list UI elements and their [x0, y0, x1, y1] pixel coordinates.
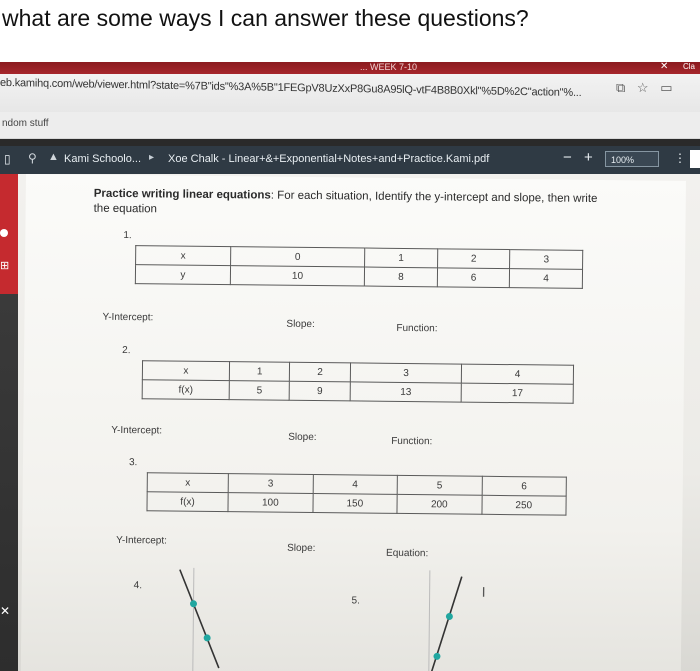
table-cell: 1	[364, 248, 438, 268]
problem-4-graph	[179, 567, 220, 671]
drive-icon[interactable]: ▲	[48, 151, 59, 163]
browser-tab-strip: ... WEEK 7-10 ✕ Cla	[0, 62, 700, 74]
tab-title[interactable]: ... WEEK 7-10	[360, 62, 417, 72]
slope-label: Slope:	[286, 318, 315, 331]
table-cell: 100	[227, 492, 313, 513]
search-icon[interactable]: ⚲	[28, 151, 37, 165]
problem-number: 3.	[128, 457, 138, 469]
table-cell: y	[135, 264, 231, 285]
table-cell: f(x)	[142, 379, 230, 400]
table-cell: 6	[481, 476, 567, 497]
equation-label: Equation:	[385, 547, 429, 560]
bookmark-star-icon[interactable]: ☆	[637, 80, 649, 95]
table-row: f(x) 5 9 13 17	[142, 379, 574, 404]
slope-label: Slope:	[288, 431, 317, 444]
menu-icon[interactable]: ▯	[4, 152, 11, 166]
address-bar[interactable]: eb.kamihq.com/web/viewer.html?state=%7B"…	[0, 74, 700, 113]
new-tab-icon[interactable]: Cla	[683, 62, 695, 71]
bookmark-item[interactable]: ndom stuff	[2, 118, 49, 129]
table-cell: 17	[461, 383, 574, 404]
table-cell: 150	[312, 493, 398, 514]
table-cell: 13	[349, 381, 462, 403]
problem-5-graph	[428, 570, 463, 671]
kami-toolbar: ▯ ⚲ ▲ Kami Schoolo... ▸ Xoe Chalk - Line…	[0, 146, 700, 174]
document-viewer[interactable]: Practice writing linear equations: For e…	[18, 174, 700, 671]
table-cell: x	[135, 245, 231, 266]
table-cell: 2	[437, 248, 511, 269]
tool-close-icon[interactable]: ✕	[0, 604, 10, 618]
worksheet-instructions: Practice writing linear equations: For e…	[94, 187, 614, 222]
monitor-photo: ... WEEK 7-10 ✕ Cla eb.kamihq.com/web/vi…	[0, 62, 700, 671]
table-cell: 8	[364, 267, 438, 287]
problem-2-table: x 1 2 3 4 f(x) 5 9 13 17	[142, 360, 574, 404]
table-cell: 5	[229, 380, 290, 401]
breadcrumb-file[interactable]: Xoe Chalk - Linear+&+Exponential+Notes+a…	[168, 153, 489, 165]
y-intercept-label: Y-Intercept:	[111, 424, 163, 437]
problem-3-table: x 3 4 5 6 f(x) 100 150 200 250	[146, 472, 567, 516]
more-options-icon[interactable]: ⋮	[674, 151, 686, 165]
table-cell: 250	[481, 495, 567, 516]
y-intercept-label: Y-Intercept:	[102, 311, 154, 324]
function-label: Function:	[396, 322, 438, 335]
share-icon[interactable]: ⧉	[616, 80, 625, 95]
url-text[interactable]: eb.kamihq.com/web/viewer.html?state=%7B"…	[0, 77, 582, 99]
question-text: what are some ways I can answer these qu…	[0, 0, 700, 62]
table-cell: 200	[396, 494, 482, 515]
bookmarks-bar: ndom stuff	[0, 112, 700, 139]
table-cell: 5	[397, 475, 482, 496]
table-cell: 3	[350, 362, 462, 384]
extension-icon[interactable]: ▭	[660, 80, 672, 95]
kami-tool-sidebar: ⊞ ✕	[0, 174, 18, 671]
table-cell: x	[147, 472, 229, 493]
table-cell: x	[142, 360, 230, 381]
problem-number: 5.	[351, 595, 360, 607]
table-cell: 3	[228, 473, 313, 494]
table-row: f(x) 100 150 200 250	[146, 491, 567, 516]
table-cell: 1	[229, 361, 290, 382]
table-cell: 0	[230, 246, 365, 268]
table-cell: 2	[289, 362, 351, 382]
table-cell: 4	[509, 268, 583, 289]
text-cursor-icon: I	[481, 583, 486, 600]
function-label: Function:	[391, 435, 433, 448]
worksheet-page: Practice writing linear equations: For e…	[20, 174, 686, 671]
y-intercept-label: Y-Intercept:	[116, 534, 168, 547]
zoom-in-button[interactable]: +	[584, 149, 593, 166]
table-cell: 3	[509, 249, 583, 270]
tool-dot-icon[interactable]	[0, 229, 8, 237]
slope-label: Slope:	[287, 542, 316, 555]
chevron-right-icon: ▸	[149, 152, 155, 163]
breadcrumb-folder[interactable]: Kami Schoolo...	[64, 153, 141, 165]
zoom-level[interactable]: 100%	[605, 151, 659, 167]
zoom-out-button[interactable]: −	[563, 149, 572, 166]
problem-number: 2.	[122, 345, 131, 357]
table-cell: 10	[230, 265, 365, 287]
tool-grid-icon[interactable]: ⊞	[0, 259, 9, 272]
panel-toggle-icon[interactable]	[690, 150, 700, 168]
table-cell: 9	[289, 381, 351, 401]
table-row: y 10 8 6 4	[135, 264, 583, 289]
table-cell: 4	[461, 364, 574, 385]
close-tab-icon[interactable]: ✕	[660, 62, 668, 72]
table-cell: f(x)	[146, 491, 229, 512]
problem-1-table: x 0 1 2 3 y 10 8 6 4	[135, 245, 583, 289]
table-cell: 6	[437, 267, 510, 288]
problem-number: 1.	[123, 230, 132, 242]
problem-number: 4.	[133, 580, 143, 592]
table-cell: 4	[312, 474, 398, 495]
instructions-title: Practice writing linear equations	[93, 187, 271, 202]
